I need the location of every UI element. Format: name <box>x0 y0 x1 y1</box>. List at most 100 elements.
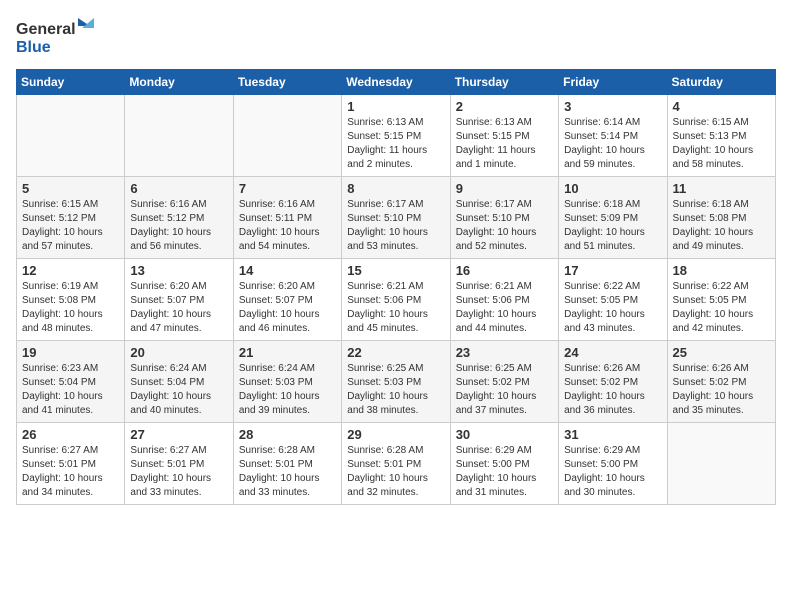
day-info-3: Sunrise: 6:14 AM Sunset: 5:14 PM Dayligh… <box>564 116 661 172</box>
logo: GeneralBlue <box>16 16 96 61</box>
calendar-day-10: 10Sunrise: 6:18 AM Sunset: 5:09 PM Dayli… <box>559 177 667 259</box>
empty-day-cell <box>17 95 125 177</box>
calendar-day-20: 20Sunrise: 6:24 AM Sunset: 5:04 PM Dayli… <box>125 341 233 423</box>
calendar-day-26: 26 Sunrise: 6:27 AM Sunset: 5:01 PM Dayli… <box>17 423 125 505</box>
day-number-6: 6 <box>130 181 227 196</box>
page-header: GeneralBlue <box>16 16 776 61</box>
day-info-28: Sunrise: 6:28 AM Sunset: 5:01 PM Dayligh… <box>239 444 336 500</box>
calendar-day-30: 30Sunrise: 6:29 AM Sunset: 5:00 PM Dayli… <box>450 423 558 505</box>
calendar-day-12: 12Sunrise: 6:19 AM Sunset: 5:08 PM Dayli… <box>17 259 125 341</box>
calendar-week-4: 19 Sunrise: 6:23 AM Sunset: 5:04 PM Dayli… <box>17 341 776 423</box>
days-header-row: SundayMondayTuesdayWednesdayThursdayFrid… <box>17 70 776 95</box>
empty-day-cell <box>667 423 775 505</box>
day-number-27: 27 <box>130 427 227 442</box>
header-day-monday: Monday <box>125 70 233 95</box>
calendar-day-24: 24Sunrise: 6:26 AM Sunset: 5:02 PM Dayli… <box>559 341 667 423</box>
day-info-26: Sunrise: 6:27 AM Sunset: 5:01 PM Dayligh… <box>22 444 119 500</box>
day-number-17: 17 <box>564 263 661 278</box>
day-info-17: Sunrise: 6:22 AM Sunset: 5:05 PM Dayligh… <box>564 280 661 336</box>
calendar-week-1: 1 Sunrise: 6:13 AM Sunset: 5:15 PM Daylig… <box>17 95 776 177</box>
day-number-16: 16 <box>456 263 553 278</box>
generalblue-logo-svg: GeneralBlue <box>16 16 96 61</box>
day-info-18: Sunrise: 6:22 AM Sunset: 5:05 PM Dayligh… <box>673 280 770 336</box>
day-info-9: Sunrise: 6:17 AM Sunset: 5:10 PM Dayligh… <box>456 198 553 254</box>
day-number-1: 1 <box>347 99 444 114</box>
day-info-19: Sunrise: 6:23 AM Sunset: 5:04 PM Dayligh… <box>22 362 119 418</box>
empty-day-cell <box>233 95 341 177</box>
day-number-8: 8 <box>347 181 444 196</box>
header-day-friday: Friday <box>559 70 667 95</box>
calendar-day-4: 4Sunrise: 6:15 AM Sunset: 5:13 PM Daylig… <box>667 95 775 177</box>
day-info-27: Sunrise: 6:27 AM Sunset: 5:01 PM Dayligh… <box>130 444 227 500</box>
day-info-14: Sunrise: 6:20 AM Sunset: 5:07 PM Dayligh… <box>239 280 336 336</box>
day-number-30: 30 <box>456 427 553 442</box>
day-number-3: 3 <box>564 99 661 114</box>
calendar-day-8: 8 Sunrise: 6:17 AM Sunset: 5:10 PM Daylig… <box>342 177 450 259</box>
day-number-22: 22 <box>347 345 444 360</box>
day-number-21: 21 <box>239 345 336 360</box>
svg-text:General: General <box>16 21 76 38</box>
day-number-13: 13 <box>130 263 227 278</box>
header-day-wednesday: Wednesday <box>342 70 450 95</box>
day-info-11: Sunrise: 6:18 AM Sunset: 5:08 PM Dayligh… <box>673 198 770 254</box>
header-day-saturday: Saturday <box>667 70 775 95</box>
day-info-12: Sunrise: 6:19 AM Sunset: 5:08 PM Dayligh… <box>22 280 119 336</box>
day-number-24: 24 <box>564 345 661 360</box>
calendar-day-18: 18 Sunrise: 6:22 AM Sunset: 5:05 PM Dayli… <box>667 259 775 341</box>
day-info-16: Sunrise: 6:21 AM Sunset: 5:06 PM Dayligh… <box>456 280 553 336</box>
calendar-day-13: 13 Sunrise: 6:20 AM Sunset: 5:07 PM Dayli… <box>125 259 233 341</box>
calendar-table: SundayMondayTuesdayWednesdayThursdayFrid… <box>16 69 776 505</box>
svg-text:Blue: Blue <box>16 39 51 56</box>
day-info-2: Sunrise: 6:13 AM Sunset: 5:15 PM Dayligh… <box>456 116 553 172</box>
calendar-day-7: 7 Sunrise: 6:16 AM Sunset: 5:11 PM Daylig… <box>233 177 341 259</box>
calendar-day-22: 22Sunrise: 6:25 AM Sunset: 5:03 PM Dayli… <box>342 341 450 423</box>
day-number-14: 14 <box>239 263 336 278</box>
calendar-day-29: 29Sunrise: 6:28 AM Sunset: 5:01 PM Dayli… <box>342 423 450 505</box>
day-number-15: 15 <box>347 263 444 278</box>
day-number-18: 18 <box>673 263 770 278</box>
calendar-day-23: 23 Sunrise: 6:25 AM Sunset: 5:02 PM Dayli… <box>450 341 558 423</box>
day-info-23: Sunrise: 6:25 AM Sunset: 5:02 PM Dayligh… <box>456 362 553 418</box>
calendar-day-17: 17 Sunrise: 6:22 AM Sunset: 5:05 PM Dayli… <box>559 259 667 341</box>
day-number-9: 9 <box>456 181 553 196</box>
calendar-day-21: 21 Sunrise: 6:24 AM Sunset: 5:03 PM Dayli… <box>233 341 341 423</box>
day-number-25: 25 <box>673 345 770 360</box>
calendar-day-2: 2 Sunrise: 6:13 AM Sunset: 5:15 PM Daylig… <box>450 95 558 177</box>
day-info-8: Sunrise: 6:17 AM Sunset: 5:10 PM Dayligh… <box>347 198 444 254</box>
calendar-day-15: 15 Sunrise: 6:21 AM Sunset: 5:06 PM Dayli… <box>342 259 450 341</box>
calendar-day-16: 16 Sunrise: 6:21 AM Sunset: 5:06 PM Dayli… <box>450 259 558 341</box>
day-number-28: 28 <box>239 427 336 442</box>
day-number-29: 29 <box>347 427 444 442</box>
day-info-15: Sunrise: 6:21 AM Sunset: 5:06 PM Dayligh… <box>347 280 444 336</box>
header-day-tuesday: Tuesday <box>233 70 341 95</box>
day-number-7: 7 <box>239 181 336 196</box>
empty-day-cell <box>125 95 233 177</box>
day-info-5: Sunrise: 6:15 AM Sunset: 5:12 PM Dayligh… <box>22 198 119 254</box>
day-info-21: Sunrise: 6:24 AM Sunset: 5:03 PM Dayligh… <box>239 362 336 418</box>
calendar-day-25: 25 Sunrise: 6:26 AM Sunset: 5:02 PM Dayli… <box>667 341 775 423</box>
day-info-1: Sunrise: 6:13 AM Sunset: 5:15 PM Dayligh… <box>347 116 444 172</box>
day-info-10: Sunrise: 6:18 AM Sunset: 5:09 PM Dayligh… <box>564 198 661 254</box>
day-number-5: 5 <box>22 181 119 196</box>
header-day-sunday: Sunday <box>17 70 125 95</box>
calendar-week-5: 26 Sunrise: 6:27 AM Sunset: 5:01 PM Dayli… <box>17 423 776 505</box>
calendar-day-14: 14 Sunrise: 6:20 AM Sunset: 5:07 PM Dayli… <box>233 259 341 341</box>
day-number-23: 23 <box>456 345 553 360</box>
day-info-13: Sunrise: 6:20 AM Sunset: 5:07 PM Dayligh… <box>130 280 227 336</box>
day-info-20: Sunrise: 6:24 AM Sunset: 5:04 PM Dayligh… <box>130 362 227 418</box>
day-info-31: Sunrise: 6:29 AM Sunset: 5:00 PM Dayligh… <box>564 444 661 500</box>
day-number-19: 19 <box>22 345 119 360</box>
day-number-26: 26 <box>22 427 119 442</box>
calendar-day-3: 3 Sunrise: 6:14 AM Sunset: 5:14 PM Daylig… <box>559 95 667 177</box>
day-info-25: Sunrise: 6:26 AM Sunset: 5:02 PM Dayligh… <box>673 362 770 418</box>
day-info-7: Sunrise: 6:16 AM Sunset: 5:11 PM Dayligh… <box>239 198 336 254</box>
day-info-4: Sunrise: 6:15 AM Sunset: 5:13 PM Dayligh… <box>673 116 770 172</box>
calendar-day-9: 9 Sunrise: 6:17 AM Sunset: 5:10 PM Daylig… <box>450 177 558 259</box>
calendar-day-5: 5 Sunrise: 6:15 AM Sunset: 5:12 PM Daylig… <box>17 177 125 259</box>
day-number-2: 2 <box>456 99 553 114</box>
header-day-thursday: Thursday <box>450 70 558 95</box>
calendar-week-3: 12Sunrise: 6:19 AM Sunset: 5:08 PM Dayli… <box>17 259 776 341</box>
calendar-day-31: 31Sunrise: 6:29 AM Sunset: 5:00 PM Dayli… <box>559 423 667 505</box>
calendar-day-6: 6Sunrise: 6:16 AM Sunset: 5:12 PM Daylig… <box>125 177 233 259</box>
calendar-day-19: 19 Sunrise: 6:23 AM Sunset: 5:04 PM Dayli… <box>17 341 125 423</box>
